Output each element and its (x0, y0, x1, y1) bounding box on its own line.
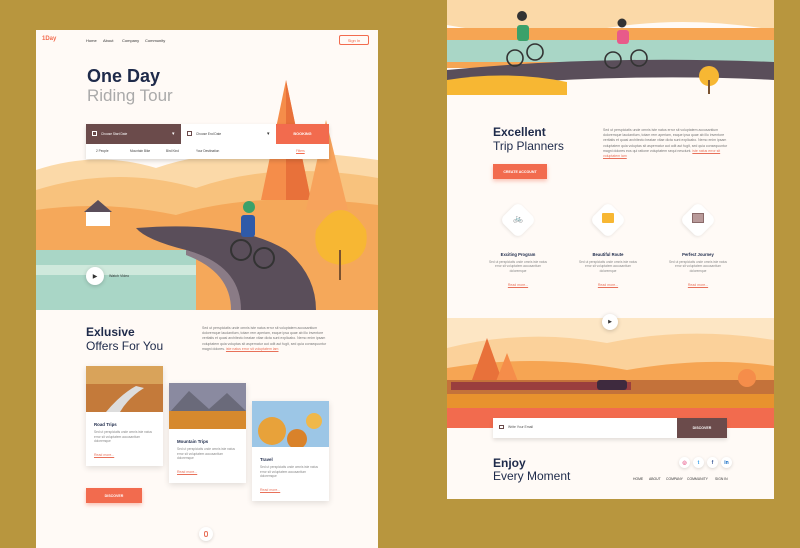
twitter-icon[interactable]: t (693, 457, 704, 468)
play-icon: ▶ (608, 319, 612, 325)
destination-option[interactable]: Your Destination (196, 149, 219, 153)
offer-card-mountain-trips[interactable]: Mountain Trips Sed ut perspiciatis unde … (169, 383, 246, 483)
bike-option[interactable]: Mountain Bike (130, 149, 150, 153)
start-date-select[interactable]: Choose Start Date ▾ (86, 124, 181, 144)
newsletter-form: Write Your Email DISCOVER (493, 418, 727, 438)
landing-page-right: Excellent Trip Planners Sed ut perspicia… (447, 0, 774, 499)
card-read-more-link[interactable]: Read more... (260, 488, 280, 492)
feature-read-more-link[interactable]: Read more... (578, 283, 638, 287)
feature-text: Sed ut perspiciatis unde omnis iste natu… (579, 260, 637, 273)
card-text: Sed ut perspiciatis unde omnis iste natu… (94, 430, 152, 444)
brand-logo[interactable]: 1Day (42, 36, 56, 42)
nav-company[interactable]: Company (122, 38, 139, 43)
booking-button[interactable]: BOOKING (276, 124, 329, 144)
footer-nav-community[interactable]: COMMUNITY (687, 477, 708, 481)
watch-video-label[interactable]: Watch Video (109, 274, 129, 278)
cyclists-illustration (447, 0, 774, 95)
card-title: Road Trips (94, 422, 117, 427)
card-text: Sed ut perspiciatis unde omnis iste natu… (177, 447, 235, 461)
hero-title-line-1: One Day (87, 66, 161, 86)
create-account-button[interactable]: CREATE ACCOUNT (493, 164, 547, 179)
newsletter-discover-button[interactable]: DISCOVER (677, 418, 727, 438)
chevron-down-icon: ▾ (267, 131, 270, 137)
feature-title: Exciting Program (500, 252, 536, 257)
instagram-icon[interactable]: ◎ (679, 457, 690, 468)
offers-link[interactable]: iste natus error sit voluptatem lam (226, 347, 279, 351)
search-booking-bar: Choose Start Date ▾ Choose End Date ▾ BO… (86, 124, 329, 159)
scroll-indicator[interactable] (199, 527, 213, 541)
card-read-more-link[interactable]: Read more... (94, 453, 114, 457)
calendar-icon (92, 131, 97, 136)
card-read-more-link[interactable]: Read more... (177, 470, 197, 474)
footer-nav-company[interactable]: COMPANY (666, 477, 683, 481)
play-icon: ▶ (92, 273, 98, 280)
bicycle-icon: 🚲 (513, 214, 523, 223)
offer-card-road-trips[interactable]: Road Trips Sed ut perspiciatis unde omni… (86, 366, 163, 466)
calendar-icon (187, 131, 192, 136)
trip-title-line-2: Trip Planners (493, 139, 564, 153)
email-icon (499, 425, 504, 429)
hero-title-line-2: Riding Tour (87, 86, 173, 105)
photo-icon (692, 213, 704, 223)
ride-kind-option[interactable]: Bird Kind (166, 149, 179, 153)
play-video-button[interactable]: ▶ (86, 267, 104, 285)
linkedin-icon[interactable]: in (721, 457, 732, 468)
travel-image (252, 401, 329, 447)
trip-description: Sed ut perspiciatis unde omnis iste natu… (603, 128, 731, 159)
facebook-icon[interactable]: f (707, 457, 718, 468)
train-illustration (447, 318, 774, 428)
landing-page-left: 1Day Home About Company Community Sign I… (36, 30, 378, 548)
offer-card-travel[interactable]: Travel Sed ut perspiciatis unde omnis is… (252, 401, 329, 501)
card-text: Sed ut perspiciatis unde omnis iste natu… (260, 465, 318, 479)
mouse-icon (204, 531, 208, 537)
email-input[interactable]: Write Your Email (508, 425, 668, 429)
feature-title: Beautiful Route (592, 252, 624, 257)
end-date-label: Choose End Date (196, 132, 222, 136)
trip-title-line-1: Excellent (493, 125, 546, 139)
nav-home[interactable]: Home (86, 38, 97, 43)
feature-text: Sed ut perspiciatis unde omnis iste natu… (669, 260, 727, 273)
card-title: Travel (260, 457, 273, 462)
offers-title-line-1: Exlusive (86, 325, 135, 339)
mountain-trips-image (169, 383, 246, 429)
enjoy-title-line-2: Every Moment (493, 469, 571, 483)
start-date-label: Choose Start Date (101, 132, 128, 136)
feature-read-more-link[interactable]: Read more... (488, 283, 548, 287)
footer-nav-about[interactable]: ABOUT (649, 477, 661, 481)
filters-link[interactable]: Filters (296, 149, 305, 153)
chevron-down-icon: ▾ (172, 131, 175, 137)
offers-title-line-2: Offers For You (86, 339, 164, 353)
enjoy-title-line-1: Enjoy (493, 456, 526, 470)
footer-nav-signin[interactable]: SIGN IN (715, 477, 728, 481)
nav-community[interactable]: Community (145, 38, 165, 43)
card-title: Mountain Trips (177, 439, 209, 444)
people-option[interactable]: 2 People (96, 149, 109, 153)
play-video-button[interactable]: ▶ (602, 314, 618, 330)
feature-text: Sed ut perspiciatis unde omnis iste natu… (489, 260, 547, 273)
offers-description: Sed ut perspiciatis unde omnis iste natu… (202, 326, 328, 352)
feature-title: Perfect Journey (682, 252, 714, 257)
road-trips-image (86, 366, 163, 412)
discover-button[interactable]: DISCOVER (86, 488, 142, 503)
end-date-select[interactable]: Choose End Date ▾ (181, 124, 276, 144)
map-icon (602, 213, 614, 223)
footer-nav-home[interactable]: HOME (633, 477, 643, 481)
feature-read-more-link[interactable]: Read more... (668, 283, 728, 287)
nav-about[interactable]: About (103, 38, 113, 43)
signin-button[interactable]: Sign In (339, 35, 369, 45)
